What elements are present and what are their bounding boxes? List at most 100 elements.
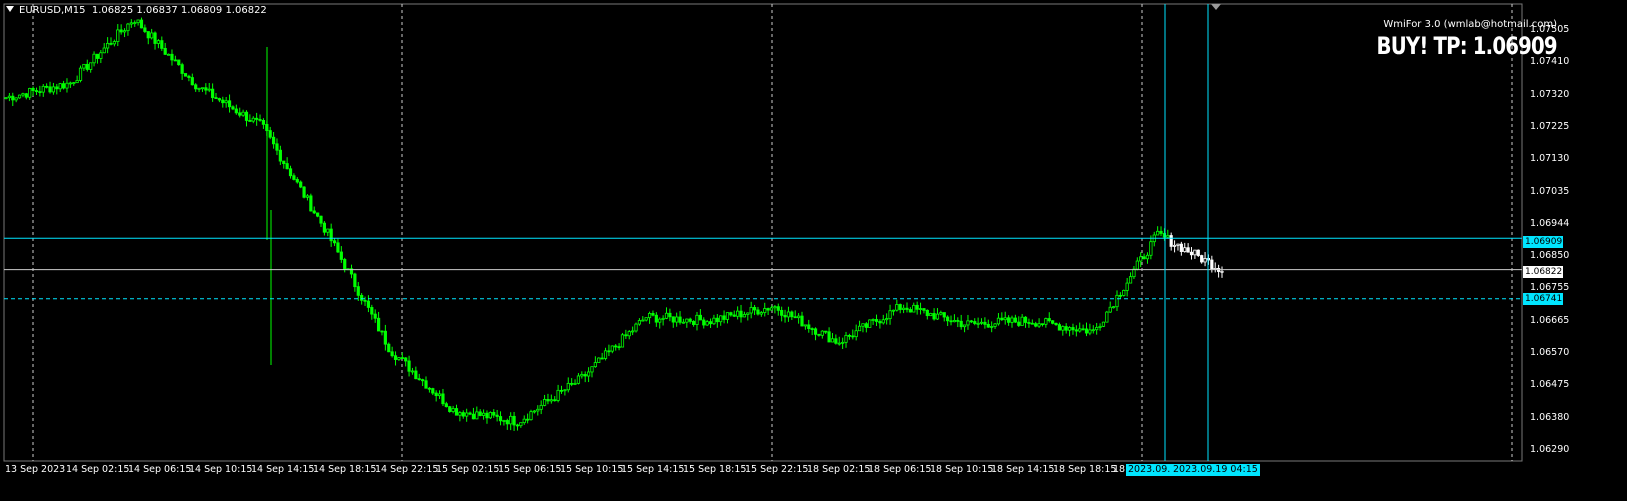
- candle-body: [949, 320, 953, 323]
- price-axis-label: 1.07320: [1530, 88, 1570, 100]
- candle-body: [187, 75, 191, 78]
- candle-body: [61, 83, 66, 89]
- candle-body: [78, 67, 83, 81]
- candle-body: [597, 357, 601, 363]
- candle-body: [746, 312, 750, 315]
- candle-body: [956, 320, 960, 322]
- candle-body: [993, 323, 997, 327]
- candle-body: [542, 399, 547, 406]
- plot-frame: [3, 3, 1523, 462]
- candle-body: [444, 403, 448, 408]
- candle-body: [539, 404, 543, 410]
- candle-body: [983, 321, 987, 325]
- candle-body: [1172, 244, 1177, 247]
- candle-body: [31, 88, 35, 91]
- candle-body: [526, 418, 530, 421]
- candle-body: [129, 22, 133, 25]
- candle-body: [194, 84, 198, 90]
- candle-body: [922, 308, 926, 311]
- candle-body: [14, 97, 18, 101]
- tp-price-tag: 1.06909: [1523, 236, 1563, 248]
- dropdown-triangle-icon[interactable]: [6, 6, 14, 12]
- candle-body: [739, 310, 743, 318]
- candle-body: [498, 416, 503, 422]
- price-axis-label: 1.07410: [1530, 56, 1570, 68]
- candle-body: [1210, 259, 1214, 270]
- candle-body: [383, 330, 387, 345]
- candle-body: [211, 88, 215, 98]
- candle-body: [51, 86, 56, 93]
- candle-body: [1200, 255, 1204, 263]
- price-axis-label: 1.06944: [1530, 217, 1570, 229]
- candle-body: [106, 42, 110, 49]
- candle-body: [133, 22, 137, 25]
- candle-body: [702, 319, 706, 326]
- time-axis-label: 15 Sep 06:15: [498, 464, 562, 475]
- candle-body: [376, 317, 381, 332]
- price-chart[interactable]: [0, 0, 1627, 501]
- candle-body: [661, 317, 665, 320]
- candle-body: [1128, 276, 1133, 284]
- candle-body: [505, 420, 509, 425]
- candle-body: [573, 382, 577, 385]
- candle-body: [969, 320, 973, 323]
- current-price-tag: 1.06822: [1523, 266, 1563, 278]
- candle-body: [1108, 306, 1112, 313]
- candle-body: [966, 320, 970, 326]
- candle-body: [563, 389, 567, 392]
- candle-body: [502, 420, 506, 422]
- candle-body: [624, 334, 628, 337]
- candle-body: [7, 95, 11, 99]
- candle-body: [797, 315, 801, 319]
- candle-body: [736, 310, 740, 317]
- candle-body: [868, 319, 872, 328]
- candle-body: [1034, 323, 1038, 327]
- candle-body: [908, 309, 912, 313]
- time-axis-label: 14 Sep 02:15: [66, 464, 130, 475]
- candle-body: [973, 321, 977, 324]
- candle-body: [183, 73, 188, 77]
- candle-body: [1064, 326, 1068, 331]
- candle-body: [424, 380, 428, 389]
- candle-body: [1220, 270, 1224, 273]
- candle-body: [576, 375, 581, 384]
- candle-body: [915, 304, 919, 310]
- candle-body: [546, 399, 550, 402]
- candle-body: [529, 411, 533, 421]
- candle-body: [776, 306, 780, 311]
- candle-body: [509, 415, 513, 425]
- candle-body: [488, 412, 492, 419]
- candle-body: [780, 309, 784, 316]
- candle-body: [1142, 256, 1146, 260]
- candle-body: [824, 330, 828, 333]
- candle-body: [749, 307, 753, 314]
- candle-body: [1132, 268, 1136, 278]
- candle-body: [837, 342, 841, 345]
- candle-body: [370, 307, 374, 315]
- candle-body: [1020, 316, 1024, 326]
- candle-body: [556, 389, 560, 401]
- candle-body: [58, 83, 62, 90]
- candle-body: [312, 210, 316, 214]
- ohlc-values: 1.06825 1.06837 1.06809 1.06822: [91, 5, 267, 16]
- candle-body: [830, 338, 835, 343]
- candle-body: [244, 111, 249, 121]
- candle-body: [722, 315, 726, 320]
- candle-body: [671, 316, 675, 323]
- low-price-tag: 1.06741: [1523, 293, 1563, 305]
- candle-body: [72, 82, 76, 85]
- candle-body: [278, 149, 282, 162]
- candle-body: [28, 88, 32, 98]
- symbol-name: EURUSD,M15: [19, 5, 86, 16]
- candle-body: [590, 366, 594, 373]
- candle-body: [878, 321, 882, 324]
- candle-body: [658, 318, 662, 323]
- candle-body: [363, 299, 367, 302]
- candle-body: [1166, 235, 1170, 238]
- candle-body: [288, 168, 293, 177]
- candle-body: [485, 412, 489, 419]
- candle-body: [841, 341, 845, 344]
- candle-body: [641, 319, 645, 322]
- time-axis-label: 15 Sep 10:15: [560, 464, 624, 475]
- candle-body: [620, 334, 625, 348]
